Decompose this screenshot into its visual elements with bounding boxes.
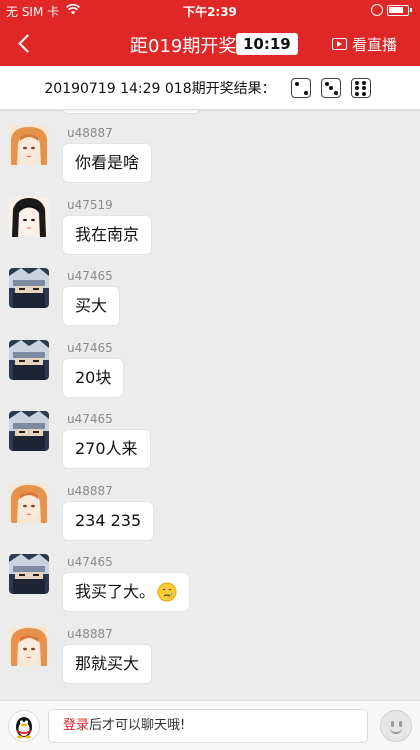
status-time: 下午2:39 <box>183 5 237 19</box>
message-text: 那就买大 <box>75 653 140 673</box>
chat-list[interactable]: u48887 你看是啥 u47519 我在南京 u47465 买大 u47465 20块 u47… <box>0 110 420 700</box>
dice-pip <box>303 90 308 95</box>
live-tv-icon <box>332 38 347 50</box>
message-text: 你看是啥 <box>75 153 140 172</box>
avatar[interactable] <box>9 482 49 523</box>
chat-message: u48887 你看是啥 <box>0 110 420 183</box>
message-text: 我买了大。 <box>75 582 156 601</box>
message-text: 买大 <box>75 296 108 315</box>
dice-pip <box>361 91 366 96</box>
back-button[interactable] <box>8 29 38 59</box>
dice-icon <box>350 77 371 98</box>
dice-icon <box>290 77 311 98</box>
dice-pip <box>354 86 359 90</box>
battery-icon <box>387 5 412 16</box>
username: u48887 <box>67 126 113 140</box>
battery-level <box>389 7 403 13</box>
dice-pip <box>294 81 299 86</box>
login-prompt-text: 后才可以聊天哦! <box>89 718 186 733</box>
message-bubble[interactable]: 那就买大 <box>62 643 153 684</box>
dice-pip <box>361 86 366 90</box>
dice-pip <box>354 80 359 85</box>
message-bubble[interactable]: 我买了大。 <box>62 572 191 612</box>
countdown-timer: 10:19 <box>236 33 298 55</box>
avatar[interactable] <box>9 196 49 237</box>
watch-live-label: 看直播 <box>352 35 398 54</box>
dice-pip <box>329 86 334 90</box>
avatar[interactable] <box>9 411 49 451</box>
login-link[interactable]: 登录 <box>63 718 89 733</box>
dice-pip <box>333 90 338 95</box>
message-bubble[interactable]: 234 235 <box>62 500 155 541</box>
message-text: 234 235 <box>75 510 142 530</box>
crying-face-icon <box>155 582 177 601</box>
message-bubble[interactable]: 我在南京 <box>62 214 153 255</box>
dice-pip <box>361 80 366 85</box>
alarm-icon <box>371 4 383 16</box>
username: u47465 <box>67 340 113 355</box>
chat-message: u47465 买大 <box>0 253 420 326</box>
watch-live-button[interactable]: 看直播 <box>332 33 397 55</box>
avatar[interactable] <box>9 625 49 666</box>
message-bubble[interactable]: 买大 <box>62 286 121 326</box>
message-text: 我在南京 <box>75 224 140 244</box>
dice-pip <box>354 91 359 96</box>
message-text: 20块 <box>75 367 112 387</box>
smiley-icon[interactable] <box>380 710 412 742</box>
message-bubble[interactable]: 270人来 <box>62 429 151 469</box>
page-title: 距019期开奖 <box>130 36 237 57</box>
qq-penguin-icon[interactable] <box>8 710 40 742</box>
message-bubble[interactable]: 20块 <box>62 357 125 398</box>
username: u47465 <box>67 555 113 569</box>
draw-result-text: 20190719 14:29 018期开奖结果： <box>44 80 276 97</box>
avatar[interactable] <box>9 125 49 165</box>
avatar[interactable] <box>9 339 49 380</box>
avatar[interactable] <box>9 554 49 594</box>
input-bar: 登录后才可以聊天哦! <box>0 700 420 750</box>
message-bubble[interactable]: 你看是啥 <box>62 143 153 183</box>
dice-icon <box>320 77 341 98</box>
dice-pip <box>324 81 329 86</box>
smiley-mouth <box>390 727 402 734</box>
chevron-left-icon <box>18 34 37 53</box>
draw-result-bar: 20190719 14:29 018期开奖结果： <box>0 66 420 110</box>
status-bar: 无 SIM 卡 下午2:39 <box>0 0 420 22</box>
username: u48887 <box>67 626 113 641</box>
chat-message: u47465 270人来 <box>0 396 420 469</box>
chat-message: u47465 我买了大。 <box>0 539 420 612</box>
chat-message: u48887 234 235 <box>0 468 420 541</box>
username: u47465 <box>67 412 113 426</box>
chat-message: u48887 那就买大 <box>0 611 420 684</box>
nav-bar: 距019期开奖 10:19 看直播 <box>0 22 420 66</box>
chat-message: u47519 我在南京 <box>0 182 420 255</box>
message-text: 270人来 <box>75 439 138 458</box>
username: u47519 <box>67 197 113 212</box>
username: u48887 <box>67 483 113 498</box>
username: u47465 <box>67 269 113 283</box>
login-prompt: 登录后才可以聊天哦! <box>48 709 368 743</box>
chat-message: u47465 20块 <box>0 325 420 398</box>
avatar[interactable] <box>9 268 49 308</box>
